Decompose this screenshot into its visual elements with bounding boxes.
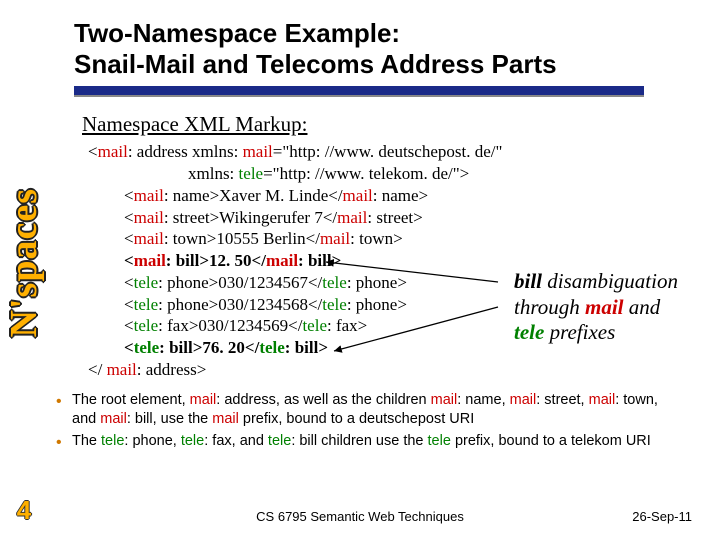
slide-title: Two-Namespace Example: Snail-Mail and Te… [0, 0, 720, 80]
title-line2: Snail-Mail and Telecoms Address Parts [74, 49, 720, 80]
code-line: </ mail: address> [88, 359, 688, 381]
callout-text: bill disambiguation through mail and tel… [514, 269, 700, 345]
xml-code-block: <mail: address xmlns: mail="http: //www.… [88, 141, 688, 380]
code-line: <mail: name>Xaver M. Linde</mail: name> [88, 185, 688, 207]
bullet-list: The root element, mail: address, as well… [56, 391, 686, 452]
bullet-item: The root element, mail: address, as well… [56, 391, 686, 430]
vertical-text: N'spaces [2, 188, 46, 337]
title-underline [74, 86, 644, 102]
vertical-side-label: N'spaces [2, 188, 46, 418]
title-line1: Two-Namespace Example: [74, 18, 720, 49]
footer-course: CS 6795 Semantic Web Techniques [0, 509, 720, 524]
code-line: <mail: street>Wikingerufer 7</mail: stre… [88, 207, 688, 229]
bullet-item: The tele: phone, tele: fax, and tele: bi… [56, 432, 686, 452]
code-line: <mail: town>10555 Berlin</mail: town> [88, 228, 688, 250]
code-line: <mail: address xmlns: mail="http: //www.… [88, 141, 688, 163]
code-line: xmlns: tele="http: //www. telekom. de/"> [88, 163, 688, 185]
subheading: Namespace XML Markup: [82, 112, 720, 137]
footer-date: 26-Sep-11 [632, 509, 692, 524]
